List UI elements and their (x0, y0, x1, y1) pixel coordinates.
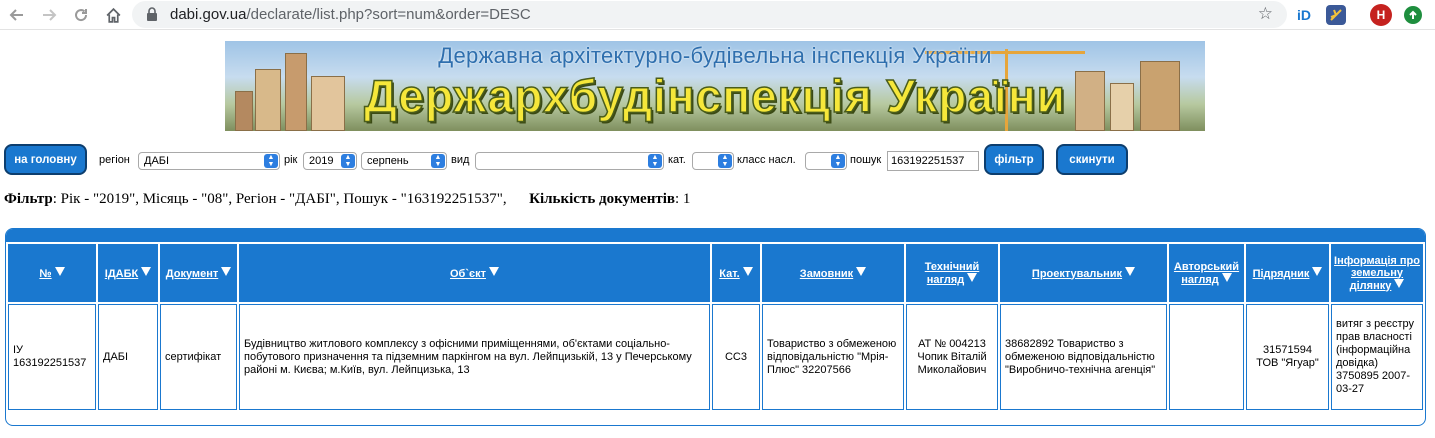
sort-triangle-icon (54, 266, 65, 276)
chevron-updown-icon: ▲ ▼ (341, 154, 355, 168)
category-label: кат. (668, 154, 686, 166)
year-select[interactable]: 2019 ▲ ▼ (303, 152, 357, 170)
cell-customer: Товариство з обмеженою відповідальністю … (762, 304, 904, 410)
forward-icon[interactable] (38, 4, 60, 26)
sort-triangle-icon (1394, 278, 1405, 288)
search-label: пошук (850, 154, 882, 166)
cell-num: ІУ 163192251537 (8, 304, 96, 410)
banner-subtitle: Державна архітектурно-будівельна інспекц… (438, 43, 992, 68)
chevron-updown-icon: ▲ ▼ (431, 154, 445, 168)
sort-triangle-icon (221, 266, 232, 276)
cell-author-supervision (1169, 304, 1244, 410)
results-table: № ІДАБК Документ Об`єкт Кат. Замовник Те… (6, 242, 1425, 412)
bookmark-star-icon[interactable]: ☆ (1258, 4, 1273, 24)
year-label: рік (284, 154, 298, 166)
filter-summary: Фільтр: Рік - "2019", Місяць - "08", Рег… (4, 191, 690, 208)
profile-avatar[interactable]: H (1370, 4, 1392, 26)
sort-triangle-icon (742, 266, 753, 276)
month-select[interactable]: серпень ▲ ▼ (361, 152, 447, 170)
col-header-land-info[interactable]: Інформація про земельну ділянку (1331, 244, 1423, 302)
class-select[interactable]: ▲ ▼ (805, 152, 847, 170)
cell-category: СС3 (712, 304, 760, 410)
browser-toolbar: dabi.gov.ua/declarate/list.php?sort=num&… (0, 0, 1435, 30)
filter-bar: на головну регіон ДАБІ ▲ ▼ рік 2019 ▲ ▼ се… (0, 144, 1435, 178)
sort-triangle-icon (1312, 266, 1323, 276)
type-label: вид (451, 154, 470, 166)
address-bar[interactable]: dabi.gov.ua/declarate/list.php?sort=num&… (132, 1, 1287, 28)
extension-puzzle-icon[interactable] (1326, 5, 1346, 25)
col-header-num[interactable]: № (8, 244, 96, 302)
filter-summary-text: : Рік - "2019", Місяць - "08", Регіон - … (52, 191, 507, 207)
table-header-bar (6, 229, 1425, 242)
cell-contractor: 31571594 ТОВ "Ягуар" (1246, 304, 1329, 410)
doc-count-value: : 1 (674, 191, 691, 207)
col-header-contractor[interactable]: Підрядник (1246, 244, 1329, 302)
col-header-document[interactable]: Документ (160, 244, 237, 302)
cell-idabk: ДАБІ (98, 304, 158, 410)
filter-summary-label: Фільтр (4, 191, 53, 207)
extension-id-icon[interactable]: iD (1294, 5, 1314, 25)
cell-object: Будівництво житлового комплексу з офісни… (239, 304, 710, 410)
region-select[interactable]: ДАБІ ▲ ▼ (138, 152, 280, 170)
col-header-designer[interactable]: Проектувальник (1000, 244, 1167, 302)
sort-triangle-icon (1221, 272, 1232, 282)
col-header-tech-supervision[interactable]: Технічний нагляд (906, 244, 998, 302)
col-header-object[interactable]: Об`єкт (239, 244, 710, 302)
col-header-author-supervision[interactable]: Авторський нагляд (1169, 244, 1244, 302)
cell-land-info: витяг з реєстру прав власності (інформац… (1331, 304, 1423, 410)
cell-tech-supervision: АТ № 004213 Чопик Віталій Миколайович (906, 304, 998, 410)
cell-document: сертифікат (160, 304, 237, 410)
back-icon[interactable] (6, 4, 28, 26)
sort-triangle-icon (856, 266, 867, 276)
home-button[interactable]: на головну (4, 144, 87, 175)
sort-triangle-icon (141, 266, 152, 276)
home-icon[interactable] (102, 4, 124, 26)
chevron-updown-icon: ▲ ▼ (831, 154, 845, 168)
results-table-container: № ІДАБК Документ Об`єкт Кат. Замовник Те… (5, 228, 1426, 426)
class-label: класс насл. (737, 154, 796, 166)
search-input[interactable]: 163192251537 (887, 151, 979, 171)
url-text: dabi.gov.ua/declarate/list.php?sort=num&… (170, 6, 531, 23)
site-banner: Державна архітектурно-будівельна інспекц… (225, 41, 1205, 131)
reset-button[interactable]: скинути (1056, 144, 1128, 175)
chevron-updown-icon: ▲ ▼ (264, 154, 278, 168)
cell-designer: 38682892 Товариство з обмеженою відповід… (1000, 304, 1167, 410)
category-select[interactable]: ▲ ▼ (692, 152, 734, 170)
sort-triangle-icon (488, 266, 499, 276)
col-header-category[interactable]: Кат. (712, 244, 760, 302)
banner-title: Держархбудінспекція України (363, 69, 1066, 123)
chevron-updown-icon: ▲ ▼ (648, 154, 662, 168)
col-header-idabk[interactable]: ІДАБК (98, 244, 158, 302)
update-icon[interactable] (1404, 6, 1422, 24)
col-header-customer[interactable]: Замовник (762, 244, 904, 302)
sort-triangle-icon (967, 272, 978, 282)
lock-icon (146, 7, 158, 26)
doc-count-label: Кількість документів (529, 191, 675, 207)
reload-icon[interactable] (70, 4, 92, 26)
filter-button[interactable]: фільтр (984, 144, 1044, 175)
table-row: ІУ 163192251537 ДАБІ сертифікат Будівниц… (8, 304, 1423, 410)
sort-triangle-icon (1125, 266, 1136, 276)
chevron-updown-icon: ▲ ▼ (718, 154, 732, 168)
type-select[interactable]: ▲ ▼ (475, 152, 664, 170)
region-label: регіон (99, 154, 130, 166)
table-header-row: № ІДАБК Документ Об`єкт Кат. Замовник Те… (8, 244, 1423, 302)
